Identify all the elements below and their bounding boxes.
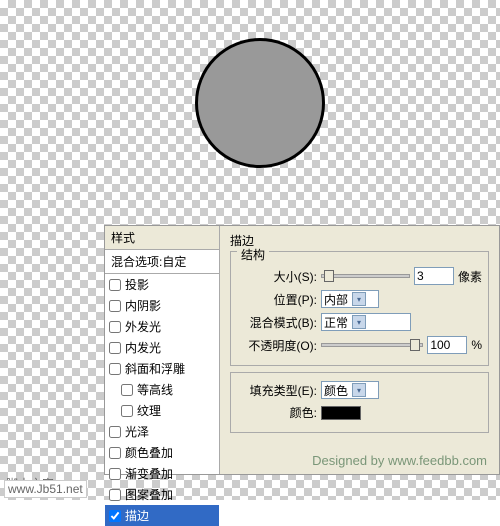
color-swatch[interactable] (321, 406, 361, 420)
filltype-label: 填充类型(E): (237, 382, 317, 399)
chevron-down-icon: ▾ (352, 383, 366, 397)
circle-shape-layer (195, 38, 325, 168)
style-label: 颜色叠加 (125, 444, 173, 461)
size-slider[interactable] (321, 274, 410, 278)
opacity-slider[interactable] (321, 343, 423, 347)
opacity-input[interactable] (427, 336, 467, 354)
styles-column: 样式 混合选项:自定 投影内阴影外发光内发光斜面和浮雕等高线纹理光泽颜色叠加渐变… (105, 226, 220, 474)
style-item-4[interactable]: 斜面和浮雕 (105, 358, 219, 379)
style-item-8[interactable]: 颜色叠加 (105, 442, 219, 463)
blendmode-label: 混合模式(B): (237, 314, 317, 331)
chevron-down-icon: ▾ (352, 292, 366, 306)
style-label: 纹理 (137, 402, 161, 419)
style-item-6[interactable]: 纹理 (105, 400, 219, 421)
style-item-1[interactable]: 内阴影 (105, 295, 219, 316)
size-label: 大小(S): (237, 268, 317, 285)
opacity-unit: % (471, 338, 482, 352)
style-checkbox[interactable] (109, 468, 121, 480)
style-label: 投影 (125, 276, 149, 293)
style-item-2[interactable]: 外发光 (105, 316, 219, 337)
filltype-row: 填充类型(E): 颜色 ▾ (237, 381, 482, 399)
style-item-9[interactable]: 渐变叠加 (105, 463, 219, 484)
style-label: 图案叠加 (125, 486, 173, 503)
style-checkbox[interactable] (109, 426, 121, 438)
layer-style-dialog: 样式 混合选项:自定 投影内阴影外发光内发光斜面和浮雕等高线纹理光泽颜色叠加渐变… (104, 225, 500, 475)
style-checkbox[interactable] (109, 321, 121, 333)
fill-group: 填充类型(E): 颜色 ▾ 颜色: (230, 372, 489, 433)
style-item-0[interactable]: 投影 (105, 274, 219, 295)
color-row: 颜色: (237, 404, 482, 421)
style-item-7[interactable]: 光泽 (105, 421, 219, 442)
structure-group: 结构 大小(S): 像素 位置(P): 内部 ▾ (230, 251, 489, 366)
style-item-3[interactable]: 内发光 (105, 337, 219, 358)
stroke-settings-panel: 描边 结构 大小(S): 像素 位置(P): 内部 ▾ (220, 226, 499, 474)
style-checkbox[interactable] (109, 342, 121, 354)
style-checkbox[interactable] (109, 510, 121, 522)
style-checkbox[interactable] (109, 363, 121, 375)
blendmode-row: 混合模式(B): 正常 ▾ (237, 313, 482, 331)
style-label: 内发光 (125, 339, 161, 356)
position-label: 位置(P): (237, 291, 317, 308)
styles-header: 样式 (105, 226, 219, 250)
position-select[interactable]: 内部 ▾ (321, 290, 379, 308)
filltype-select[interactable]: 颜色 ▾ (321, 381, 379, 399)
structure-label: 结构 (237, 246, 269, 263)
blending-options-default[interactable]: 混合选项:自定 (105, 250, 219, 274)
style-label: 内阴影 (125, 297, 161, 314)
opacity-row: 不透明度(O): % (237, 336, 482, 354)
style-checkbox[interactable] (109, 279, 121, 291)
canvas-background: 样式 混合选项:自定 投影内阴影外发光内发光斜面和浮雕等高线纹理光泽颜色叠加渐变… (0, 0, 500, 500)
style-label: 等高线 (137, 381, 173, 398)
style-checkbox[interactable] (109, 489, 121, 501)
opacity-label: 不透明度(O): (237, 337, 317, 354)
style-item-5[interactable]: 等高线 (105, 379, 219, 400)
footer-url: www.Jb51.net (4, 480, 87, 498)
style-label: 光泽 (125, 423, 149, 440)
style-checkbox[interactable] (109, 447, 121, 459)
style-item-10[interactable]: 图案叠加 (105, 484, 219, 505)
size-unit: 像素 (458, 268, 482, 285)
style-checkbox[interactable] (121, 384, 133, 396)
style-checkbox[interactable] (121, 405, 133, 417)
watermark-text: Designed by www.feedbb.com (312, 453, 487, 468)
size-input[interactable] (414, 267, 454, 285)
size-row: 大小(S): 像素 (237, 267, 482, 285)
position-row: 位置(P): 内部 ▾ (237, 290, 482, 308)
style-item-11[interactable]: 描边 (105, 505, 219, 526)
style-checkbox[interactable] (109, 300, 121, 312)
chevron-down-icon: ▾ (352, 315, 366, 329)
blendmode-select[interactable]: 正常 ▾ (321, 313, 411, 331)
style-label: 渐变叠加 (125, 465, 173, 482)
color-label: 颜色: (237, 404, 317, 421)
style-label: 描边 (125, 507, 149, 524)
style-label: 斜面和浮雕 (125, 360, 185, 377)
style-label: 外发光 (125, 318, 161, 335)
